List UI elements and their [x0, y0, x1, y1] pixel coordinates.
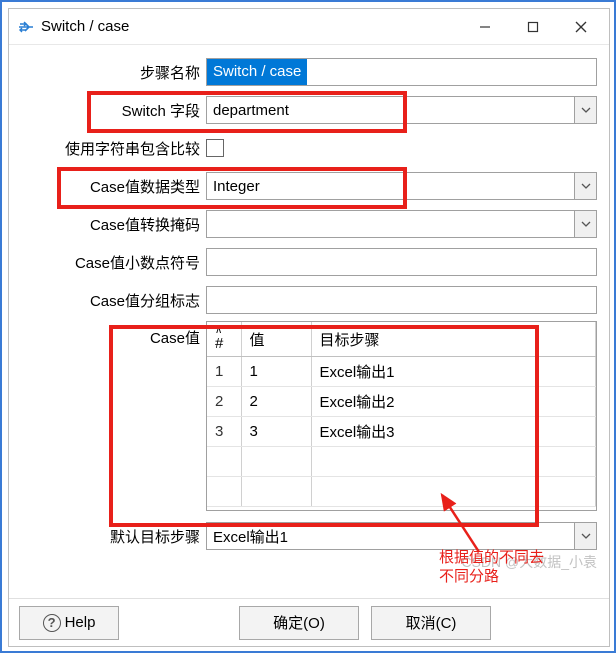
ok-button[interactable]: 确定(O): [239, 606, 359, 640]
case-decimal-input[interactable]: [206, 248, 597, 276]
case-type-label: Case值数据类型: [21, 176, 206, 197]
window-title: Switch / case: [41, 18, 129, 35]
cancel-button[interactable]: 取消(C): [371, 606, 491, 640]
table-row[interactable]: .: [207, 447, 596, 477]
case-type-input[interactable]: [206, 172, 574, 200]
case-mask-input[interactable]: [206, 210, 574, 238]
dialog-footer: ? Help 确定(O) 取消(C): [9, 598, 609, 646]
case-values-label: Case值: [21, 321, 206, 511]
step-name-label: 步骤名称: [21, 62, 206, 83]
step-name-input[interactable]: Switch / case: [206, 58, 597, 86]
col-index: ∧#: [215, 326, 233, 352]
case-mask-label: Case值转换掩码: [21, 214, 206, 235]
help-button[interactable]: ? Help: [19, 606, 119, 640]
switch-field-label: Switch 字段: [21, 100, 206, 121]
contains-compare-checkbox[interactable]: [206, 139, 224, 157]
case-group-input[interactable]: [206, 286, 597, 314]
case-decimal-label: Case值小数点符号: [21, 252, 206, 273]
default-target-label: 默认目标步骤: [21, 526, 206, 547]
switch-field-input[interactable]: [206, 96, 574, 124]
case-values-grid[interactable]: ∧# 值 目标步骤 1 1 Excel输出1: [206, 321, 597, 511]
table-row[interactable]: 2 2 Excel输出2: [207, 387, 596, 417]
title-bar: Switch / case: [9, 9, 609, 45]
case-group-label: Case值分组标志: [21, 290, 206, 311]
contains-compare-label: 使用字符串包含比较: [21, 138, 206, 159]
table-row[interactable]: 3 3 Excel输出3: [207, 417, 596, 447]
default-target-dropdown-button[interactable]: [574, 522, 597, 550]
col-value: 值: [241, 322, 311, 357]
app-arrow-icon: [17, 18, 35, 36]
switch-field-dropdown-button[interactable]: [574, 96, 597, 124]
case-mask-dropdown-button[interactable]: [574, 210, 597, 238]
table-row[interactable]: .: [207, 477, 596, 507]
close-button[interactable]: [557, 9, 605, 45]
minimize-button[interactable]: [461, 9, 509, 45]
case-type-dropdown-button[interactable]: [574, 172, 597, 200]
dialog-window: Switch / case 步骤名称 Switch / case: [8, 8, 610, 647]
default-target-input[interactable]: [206, 522, 574, 550]
help-icon: ?: [43, 614, 61, 632]
col-target: 目标步骤: [311, 322, 596, 357]
annotation-text: 根据值的不同去 不同分路: [439, 549, 544, 587]
table-row[interactable]: 1 1 Excel输出1: [207, 357, 596, 387]
maximize-button[interactable]: [509, 9, 557, 45]
